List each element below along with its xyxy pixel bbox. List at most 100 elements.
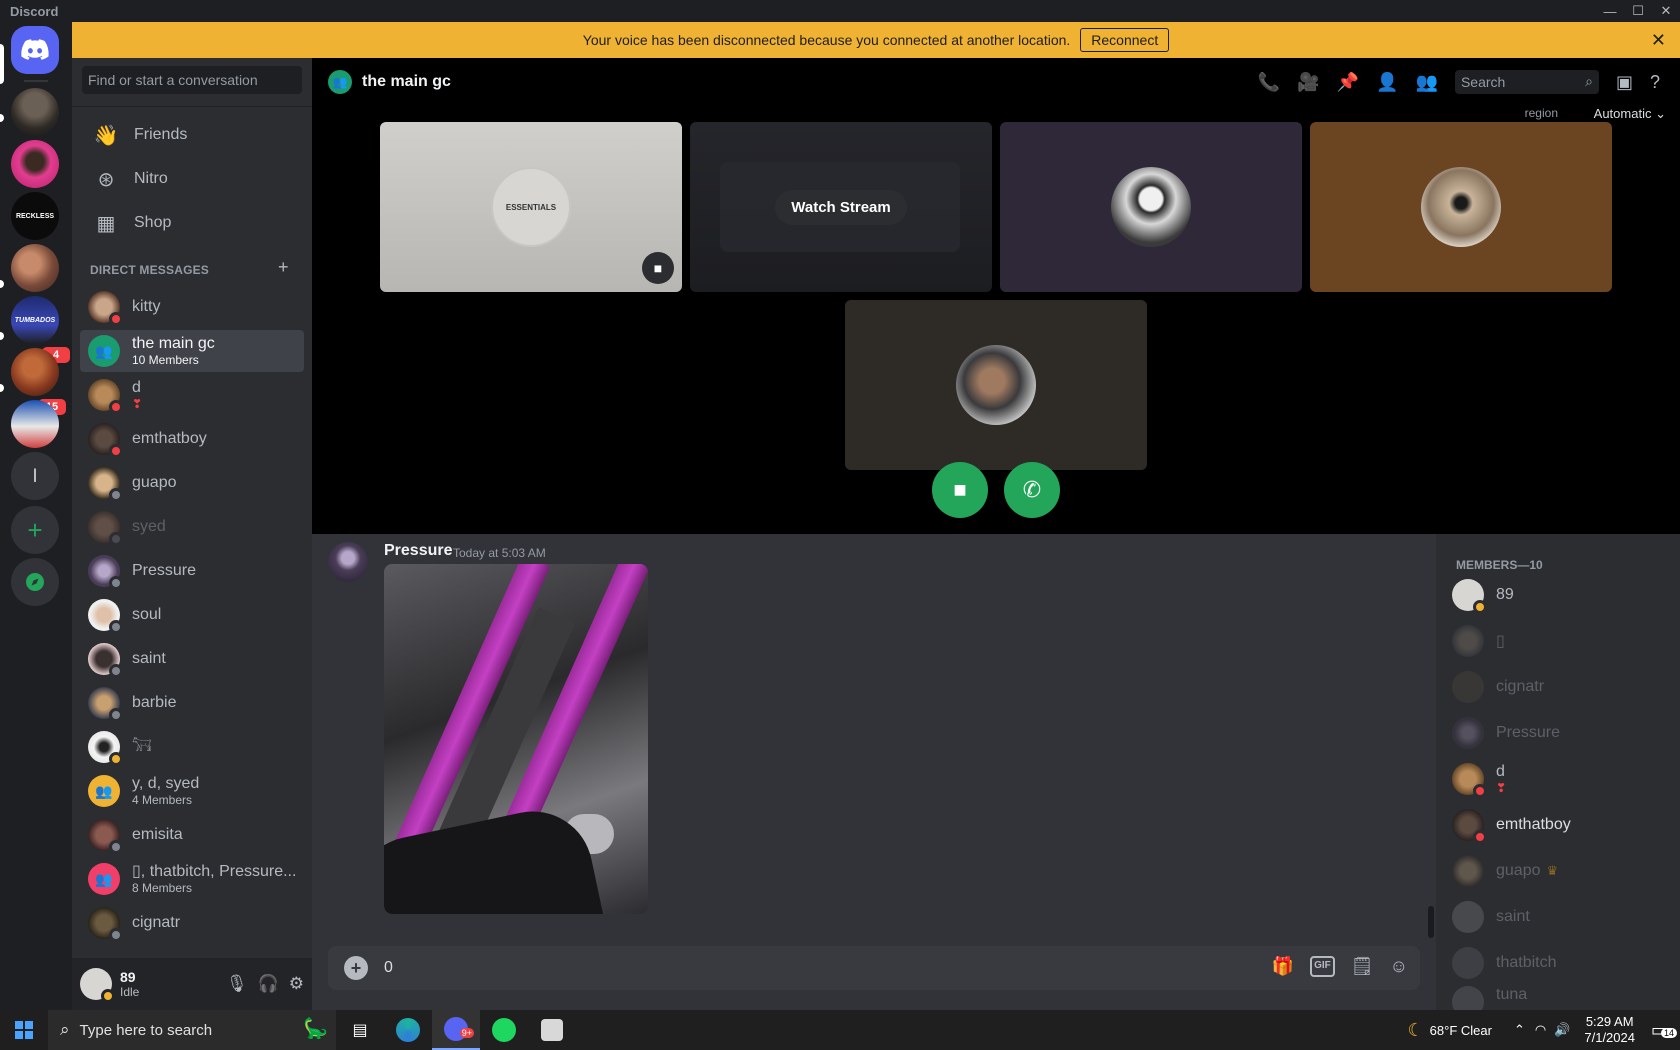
nav-shop[interactable]: ▦ Shop	[80, 202, 304, 244]
unread-pill	[0, 384, 4, 392]
server-icon-video[interactable]	[11, 400, 59, 448]
member-item[interactable]: guapo ♛	[1444, 850, 1672, 892]
member-item[interactable]: cignatr	[1444, 666, 1672, 708]
member-item[interactable]: 89	[1444, 574, 1672, 616]
inbox-icon[interactable]: ▣	[1616, 72, 1633, 93]
headphones-icon[interactable]: 🎧	[258, 974, 279, 994]
message-author[interactable]: Pressure	[384, 542, 453, 560]
dm-item[interactable]: cignatr	[80, 902, 304, 944]
dm-item[interactable]: guapo	[80, 462, 304, 504]
chat-scrollbar[interactable]	[1428, 906, 1434, 938]
member-item[interactable]: d ❣	[1444, 758, 1672, 800]
dm-item[interactable]: d ❣	[80, 374, 304, 416]
help-icon[interactable]: ?	[1650, 72, 1660, 93]
member-name: thatbitch	[1496, 954, 1557, 971]
region-select[interactable]: Automatic ⌄	[1594, 106, 1666, 122]
start-voice-call-icon[interactable]: 📞	[1258, 72, 1280, 93]
windows-start-button[interactable]	[0, 1010, 48, 1050]
notifications-button[interactable]: ▭ 14	[1651, 1020, 1677, 1041]
participant-tile[interactable]	[1310, 122, 1612, 292]
server-icon-reckless[interactable]: RECKLESS	[11, 192, 59, 240]
participant-tile[interactable]	[845, 300, 1147, 470]
taskbar-search-input[interactable]: ⌕ Type here to search 🦕	[48, 1010, 336, 1050]
start-video-call-icon[interactable]: 🎥	[1297, 72, 1319, 93]
weather-text[interactable]: 68°F Clear	[1430, 1023, 1492, 1038]
header-search-input[interactable]: Search ⌕	[1454, 70, 1599, 94]
explore-servers-button[interactable]	[11, 558, 59, 606]
server-icon-tumbados[interactable]: TUMBADOS	[11, 296, 59, 344]
spotify-taskbar-button[interactable]	[480, 1010, 528, 1050]
wifi-icon[interactable]: ◠	[1535, 1022, 1546, 1038]
dm-item[interactable]: emisita	[80, 814, 304, 856]
join-call-button[interactable]: ✆	[1004, 462, 1060, 518]
dm-item[interactable]: syed	[80, 506, 304, 548]
message-input[interactable]: 0	[384, 959, 393, 977]
dm-item[interactable]: soul	[80, 594, 304, 636]
dm-item[interactable]: 𓃙	[80, 726, 304, 768]
sticker-icon[interactable]: 🗒	[1351, 956, 1374, 977]
message-composer[interactable]: + 0 🎁 GIF 🗒 ☺	[328, 946, 1420, 990]
stream-tile[interactable]: Watch Stream	[690, 122, 992, 292]
member-item[interactable]: Pressure	[1444, 712, 1672, 754]
member-list-icon[interactable]: 👥	[1416, 72, 1438, 93]
discord-taskbar-button[interactable]: 9+	[432, 1010, 480, 1050]
member-item[interactable]: thatbitch	[1444, 942, 1672, 984]
add-server-button[interactable]: +	[11, 506, 59, 554]
member-item[interactable]: ▯	[1444, 620, 1672, 662]
pinned-messages-icon[interactable]: 📌	[1337, 72, 1359, 93]
minimize-button[interactable]: —	[1596, 0, 1624, 22]
upload-plus-icon[interactable]: +	[344, 956, 368, 980]
direct-messages-heading: DIRECT MESSAGES	[90, 263, 210, 277]
status-dnd-icon	[109, 444, 123, 458]
dm-item[interactable]: barbie	[80, 682, 304, 724]
maximize-button[interactable]: ☐	[1624, 0, 1652, 22]
dm-item[interactable]: 👥 y, d, syed 4 Members	[80, 770, 304, 812]
participant-tile[interactable]: ESSENTIALS ■	[380, 122, 682, 292]
volume-icon[interactable]: 🔊	[1554, 1022, 1570, 1038]
gift-icon[interactable]: 🎁	[1272, 956, 1294, 977]
app-taskbar-button[interactable]	[528, 1010, 576, 1050]
close-window-button[interactable]: ✕	[1652, 0, 1680, 22]
settings-gear-icon[interactable]: ⚙	[289, 974, 304, 994]
dm-name: kitty	[132, 298, 161, 315]
turn-on-camera-button[interactable]: ■	[932, 462, 988, 518]
dm-item[interactable]: kitty	[80, 286, 304, 328]
microphone-icon[interactable]: 🎙	[226, 974, 248, 994]
dm-item-selected[interactable]: 👥 the main gc 10 Members	[80, 330, 304, 372]
participant-tile[interactable]	[1000, 122, 1302, 292]
task-view-button[interactable]: ▤	[336, 1010, 384, 1050]
member-item[interactable]: tuna	[1444, 986, 1672, 1010]
show-hidden-icons-chevron-icon[interactable]: ⌃	[1514, 1022, 1525, 1038]
edge-taskbar-button[interactable]	[384, 1010, 432, 1050]
search-placeholder: Search	[1460, 74, 1506, 90]
find-conversation-input[interactable]: Find or start a conversation	[82, 66, 302, 94]
message-image-attachment[interactable]	[384, 564, 648, 914]
dm-item[interactable]: 👥 ▯, thatbitch, Pressure... 8 Members	[80, 858, 304, 900]
member-item[interactable]: emthatboy	[1444, 804, 1672, 846]
server-icon-1[interactable]	[11, 88, 59, 136]
gif-button[interactable]: GIF	[1310, 956, 1335, 977]
clock[interactable]: 5:29 AM 7/1/2024	[1584, 1014, 1635, 1046]
dm-icon-unread[interactable]	[11, 348, 59, 396]
discord-badge: 9+	[459, 1028, 474, 1038]
server-icon-l[interactable]: l	[11, 452, 59, 500]
server-icon-2[interactable]	[11, 140, 59, 188]
dm-item[interactable]: saint	[80, 638, 304, 680]
close-notice-button[interactable]: ✕	[1651, 30, 1666, 51]
crown-icon: ♛	[1546, 863, 1559, 878]
member-item[interactable]: saint	[1444, 896, 1672, 938]
dm-item[interactable]: Pressure	[80, 550, 304, 592]
nav-friends[interactable]: 👋 Friends	[80, 114, 304, 156]
reconnect-button[interactable]: Reconnect	[1080, 28, 1170, 52]
user-avatar[interactable]	[80, 968, 115, 1003]
emoji-icon[interactable]: ☺	[1390, 956, 1408, 977]
watch-stream-button[interactable]: Watch Stream	[775, 189, 907, 225]
create-dm-button[interactable]: +	[278, 257, 289, 278]
server-icon-4[interactable]	[11, 244, 59, 292]
nav-nitro[interactable]: ⊛ Nitro	[80, 158, 304, 200]
message-author-avatar[interactable]	[328, 542, 368, 582]
unread-pill	[0, 114, 4, 122]
add-friends-to-dm-icon[interactable]: 👤	[1376, 72, 1398, 93]
dm-item[interactable]: emthatboy	[80, 418, 304, 460]
discord-home-button[interactable]	[11, 26, 59, 74]
